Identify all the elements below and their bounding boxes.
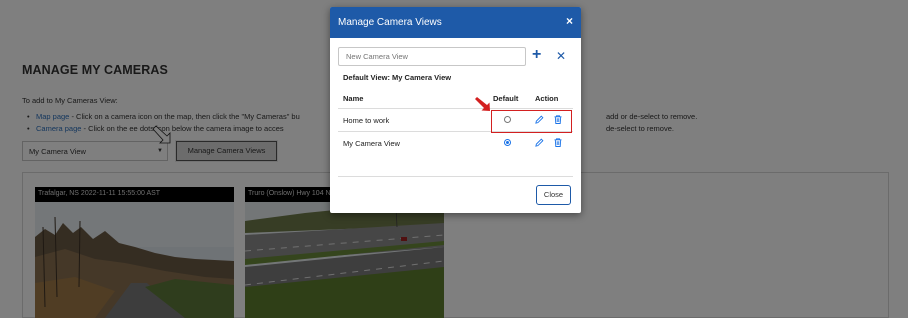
column-header-action: Action [535, 94, 559, 103]
new-camera-view-input[interactable] [338, 47, 526, 66]
clear-icon[interactable]: ✕ [556, 47, 566, 65]
delete-trash-icon[interactable] [554, 138, 562, 149]
divider [338, 108, 573, 109]
default-view-label: Default View: My Camera View [343, 73, 452, 82]
divider [338, 176, 573, 177]
default-radio-selected[interactable] [504, 139, 511, 146]
row-name: My Camera View [343, 139, 400, 148]
highlight-box [491, 110, 572, 133]
close-icon[interactable]: × [566, 14, 573, 28]
dialog-title: Manage Camera Views [338, 17, 442, 28]
screen: MANAGE MY CAMERAS To add to My Cameras V… [0, 0, 908, 318]
close-button[interactable]: Close [536, 185, 571, 205]
dialog-header: Manage Camera Views × [330, 7, 581, 38]
column-header-name: Name [343, 94, 364, 103]
edit-pencil-icon[interactable] [535, 138, 544, 149]
add-icon[interactable]: + [532, 46, 541, 64]
column-header-default: Default [493, 94, 519, 103]
row-name: Home to work [343, 116, 390, 125]
pointer-arrow-red-icon [475, 97, 490, 111]
manage-camera-views-dialog: Manage Camera Views × + ✕ Default View: … [330, 7, 581, 213]
